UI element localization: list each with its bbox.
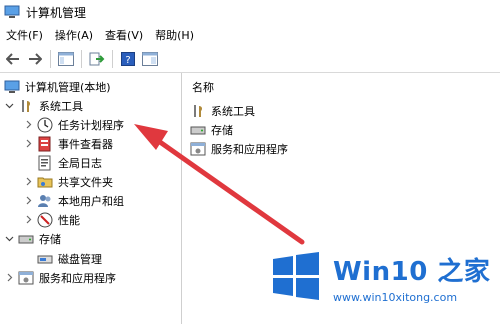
- list-item[interactable]: 存储: [190, 120, 233, 139]
- system-tools-icon: [190, 103, 206, 119]
- chevron-right-icon[interactable]: [23, 139, 33, 149]
- shared-folder-icon: [37, 174, 53, 190]
- chevron-right-icon[interactable]: [23, 215, 33, 225]
- tree-item-label: 全局日志: [58, 156, 102, 170]
- services-icon: [190, 141, 206, 157]
- computer-management-icon: [4, 5, 20, 18]
- export-list-icon: [89, 52, 105, 66]
- watermark-url: www.win10xitong.com: [333, 291, 458, 304]
- title-bar: 计算机管理: [0, 0, 500, 24]
- tree-item-label: 性能: [58, 213, 80, 227]
- windows-logo-icon: [273, 252, 319, 300]
- show-hide-tree-button[interactable]: [57, 50, 75, 68]
- list-item-label: 服务和应用程序: [211, 142, 288, 156]
- tree-item-event-viewer[interactable]: 事件查看器: [23, 134, 113, 153]
- clock-icon: [37, 117, 53, 133]
- services-icon: [18, 270, 34, 286]
- tree-item-local-users[interactable]: 本地用户和组: [23, 191, 124, 210]
- back-button[interactable]: [4, 50, 22, 68]
- chevron-down-icon[interactable]: [4, 234, 14, 244]
- storage-icon: [18, 231, 34, 247]
- export-list-button[interactable]: [88, 50, 106, 68]
- toolbar-separator: [50, 50, 51, 68]
- chevron-right-icon[interactable]: [23, 177, 33, 187]
- tree-item-label: 磁盘管理: [58, 252, 102, 266]
- tree-item-shared-folders[interactable]: 共享文件夹: [23, 172, 113, 191]
- forward-icon: [29, 53, 42, 65]
- list-item[interactable]: 系统工具: [190, 101, 255, 120]
- menu-action[interactable]: 操作(A): [49, 27, 99, 43]
- tree-item-task-scheduler[interactable]: 任务计划程序: [23, 115, 124, 134]
- tree-item-root[interactable]: 计算机管理(本地): [4, 77, 111, 96]
- chevron-down-icon[interactable]: [4, 101, 14, 111]
- tree-item-disk-management[interactable]: 磁盘管理: [37, 249, 102, 268]
- toolbar: ?: [0, 46, 500, 73]
- properties-pane-icon: [142, 52, 158, 66]
- chevron-right-icon[interactable]: [23, 196, 33, 206]
- storage-icon: [190, 122, 206, 138]
- properties-pane-button[interactable]: [141, 50, 159, 68]
- window-title: 计算机管理: [26, 5, 87, 20]
- performance-icon: [37, 212, 53, 228]
- watermark-brand: Win10 之家: [333, 257, 491, 287]
- forward-button[interactable]: [26, 50, 44, 68]
- chevron-right-icon[interactable]: [23, 120, 33, 130]
- toolbar-separator: [112, 50, 113, 68]
- tree-item-label: 计算机管理(本地): [25, 80, 111, 94]
- tree-item-storage[interactable]: 存储: [4, 229, 61, 248]
- tree-item-label: 存储: [39, 232, 61, 246]
- menu-view[interactable]: 查看(V): [99, 27, 149, 43]
- tree-item-label: 服务和应用程序: [39, 271, 116, 285]
- list-item-label: 系统工具: [211, 104, 255, 118]
- watermark: Win10 之家 www.win10xitong.com: [265, 245, 500, 324]
- menu-bar: 文件(F) 操作(A) 查看(V) 帮助(H): [0, 24, 500, 46]
- tree-item-global-log[interactable]: 全局日志: [37, 153, 102, 172]
- menu-file[interactable]: 文件(F): [0, 27, 49, 43]
- tree-item-performance[interactable]: 性能: [23, 210, 80, 229]
- tree-item-label: 本地用户和组: [58, 194, 124, 208]
- chevron-right-icon[interactable]: [4, 273, 14, 283]
- computer-management-icon: [4, 79, 20, 95]
- back-icon: [6, 53, 19, 65]
- list-item[interactable]: 服务和应用程序: [190, 139, 288, 158]
- svg-text:?: ?: [125, 55, 130, 66]
- tree-item-services-apps[interactable]: 服务和应用程序: [4, 268, 116, 287]
- column-header-name[interactable]: 名称: [192, 79, 214, 95]
- menu-help[interactable]: 帮助(H): [149, 27, 200, 43]
- tree-item-system-tools[interactable]: 系统工具: [4, 96, 83, 115]
- tree-item-label: 事件查看器: [58, 137, 113, 151]
- tree-item-label: 共享文件夹: [58, 175, 113, 189]
- toolbar-separator: [81, 50, 82, 68]
- console-tree: 计算机管理(本地) 系统工具 任务计划程序 事件查看器 全局日志 共享文件夹 本…: [0, 73, 181, 324]
- users-icon: [37, 193, 53, 209]
- system-tools-icon: [18, 98, 34, 114]
- tree-item-label: 系统工具: [39, 99, 83, 113]
- help-button[interactable]: ?: [119, 50, 137, 68]
- event-viewer-icon: [37, 136, 53, 152]
- tree-item-label: 任务计划程序: [58, 118, 124, 132]
- log-icon: [37, 155, 53, 171]
- disk-management-icon: [37, 251, 53, 267]
- show-hide-tree-icon: [58, 52, 74, 66]
- help-icon: ?: [121, 52, 135, 66]
- list-item-label: 存储: [211, 123, 233, 137]
